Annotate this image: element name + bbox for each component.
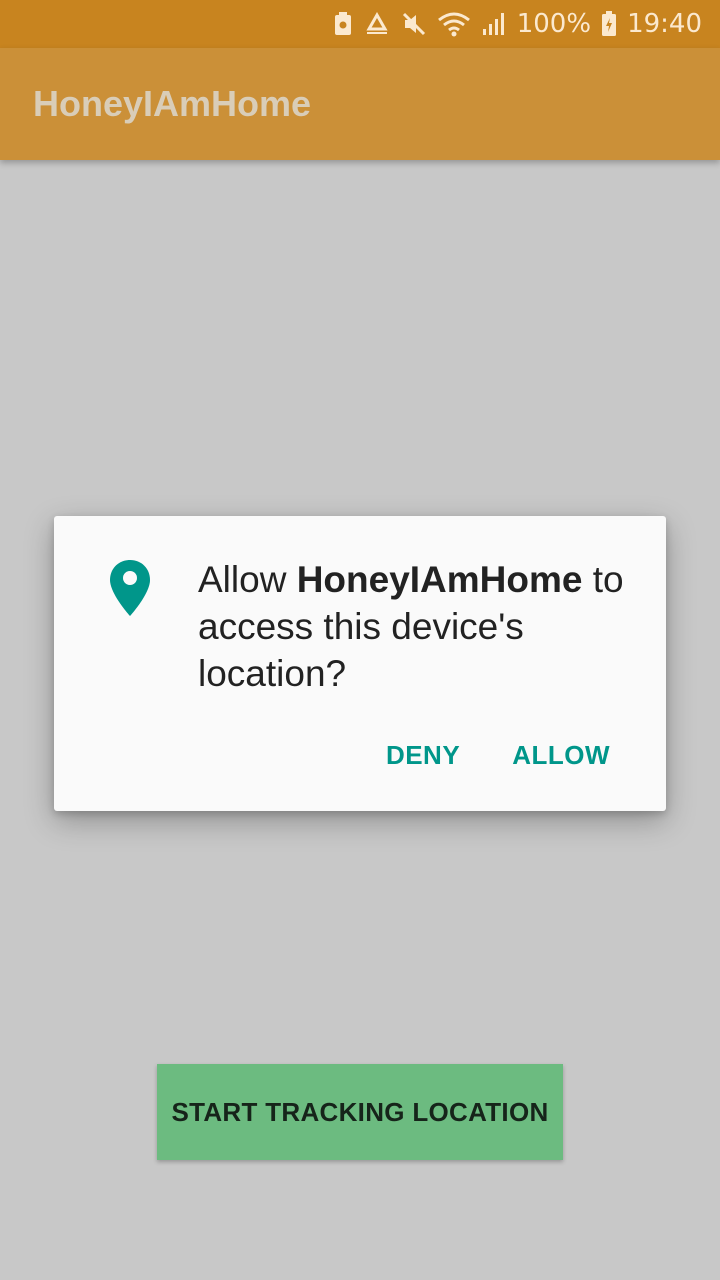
battery-charging-icon [601, 11, 617, 37]
allow-button[interactable]: ALLOW [512, 740, 610, 771]
status-time: 19:40 [627, 9, 702, 39]
wifi-icon [437, 11, 471, 37]
signal-icon [481, 11, 507, 37]
app-title: HoneyIAmHome [33, 83, 312, 124]
app-bar: HoneyIAmHome [0, 48, 720, 160]
message-app-name: HoneyIAmHome [296, 559, 583, 600]
location-pin-icon [108, 558, 152, 618]
status-bar: 100% 19:40 [0, 0, 720, 48]
dialog-message: Allow HoneyIAmHome to access this device… [198, 556, 628, 697]
recycle-icon [363, 12, 391, 36]
message-prefix: Allow [198, 559, 297, 600]
start-tracking-button[interactable]: START TRACKING LOCATION [157, 1064, 563, 1160]
mute-icon [401, 11, 427, 37]
deny-button[interactable]: DENY [386, 740, 460, 771]
permission-dialog: Allow HoneyIAmHome to access this device… [54, 516, 666, 811]
dialog-actions: DENY ALLOW [386, 740, 610, 771]
notification-icon [333, 11, 353, 37]
battery-percent: 100% [516, 9, 592, 39]
